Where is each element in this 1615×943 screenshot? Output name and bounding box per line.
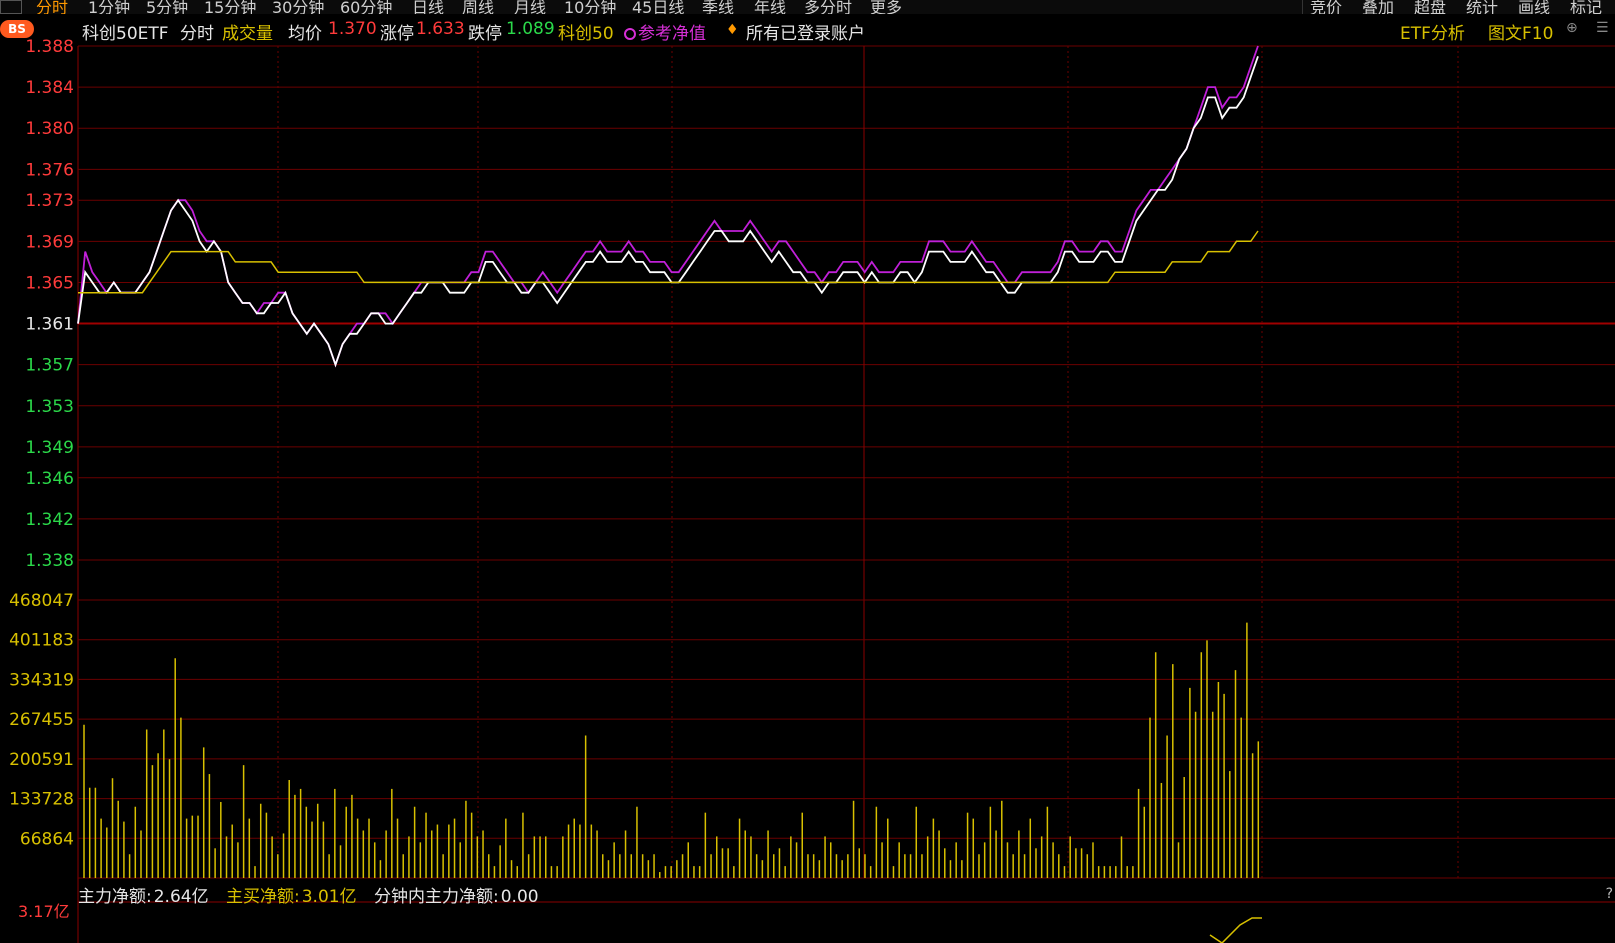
minute-net-label: 分钟内主力净额: bbox=[374, 887, 499, 907]
capital-scale-label: 3.17亿 bbox=[18, 902, 70, 921]
up-limit-label: 涨停 bbox=[380, 24, 414, 44]
capital-flow-line bbox=[1209, 917, 1262, 943]
price-tick-label: 1.384 bbox=[25, 78, 74, 98]
price-tick-label: 1.365 bbox=[25, 273, 74, 293]
tool-mark[interactable]: 标记 bbox=[1570, 0, 1602, 14]
tab-year[interactable]: 年线 bbox=[754, 0, 786, 14]
tab-more[interactable]: 更多 bbox=[870, 0, 902, 14]
volume-tick-label: 334319 bbox=[9, 670, 74, 690]
down-limit-value: 1.089 bbox=[506, 19, 555, 39]
fenshi-label: 分时 bbox=[180, 24, 214, 44]
main-net-label: 主力净额: bbox=[78, 887, 152, 907]
tool-superpan[interactable]: 超盘 bbox=[1414, 0, 1446, 14]
tab-15min[interactable]: 15分钟 bbox=[204, 0, 256, 14]
volume-axis: 468047 401183 334319 267455 200591 133728 6686… bbox=[9, 591, 74, 849]
tab-1min[interactable]: 1分钟 bbox=[88, 0, 130, 14]
chart-grid bbox=[77, 45, 1615, 943]
f10-button[interactable]: 图文F10 bbox=[1488, 19, 1553, 44]
tab-quarter[interactable]: 季线 bbox=[702, 0, 734, 14]
volume-label[interactable]: 成交量 bbox=[222, 19, 273, 44]
accounts-dropdown[interactable]: 所有已登录账户 bbox=[746, 19, 865, 44]
volume-tick-label: 133728 bbox=[9, 790, 74, 810]
tool-overlay[interactable]: 叠加 bbox=[1362, 0, 1394, 14]
volume-tick-label: 200591 bbox=[9, 750, 74, 770]
index-name[interactable]: 科创50 bbox=[558, 19, 614, 44]
main-buy-value: 3.01亿 bbox=[301, 887, 357, 907]
window-icon[interactable] bbox=[0, 0, 22, 14]
ref-nav-toggle[interactable]: 参考净值 bbox=[624, 19, 706, 44]
price-tick-label: 1.338 bbox=[25, 551, 74, 571]
price-tick-label: 1.361 bbox=[25, 315, 74, 335]
volume-tick-label: 468047 bbox=[9, 591, 74, 611]
avg-price-value: 1.370 bbox=[328, 19, 377, 39]
nav-line bbox=[77, 45, 1259, 368]
intraday-chart: 1.3881.3841.3801.3761.3731.3691.3651.361… bbox=[9, 37, 1615, 943]
price-line bbox=[77, 56, 1259, 368]
down-limit-label: 跌停 bbox=[468, 24, 502, 44]
security-name: 科创50ETF bbox=[82, 24, 169, 44]
tab-45day[interactable]: 45日线 bbox=[632, 0, 684, 14]
tool-stats[interactable]: 统计 bbox=[1466, 0, 1498, 14]
minute-net-value: 0.00 bbox=[500, 887, 539, 907]
price-tick-label: 1.349 bbox=[25, 438, 74, 458]
volume-tick-label: 267455 bbox=[9, 710, 74, 730]
avg-line bbox=[78, 230, 1259, 294]
price-tick-label: 1.353 bbox=[25, 397, 74, 417]
price-axis: 1.3881.3841.3801.3761.3731.3691.3651.361… bbox=[25, 37, 74, 571]
tab-60min[interactable]: 60分钟 bbox=[340, 0, 392, 14]
main-net-value: 2.64亿 bbox=[153, 887, 209, 907]
volume-tick-label: 66864 bbox=[20, 829, 74, 849]
price-tick-label: 1.357 bbox=[25, 356, 74, 376]
price-tick-label: 1.376 bbox=[25, 160, 74, 180]
volume-bars bbox=[83, 622, 1260, 878]
up-limit-value: 1.633 bbox=[416, 19, 465, 39]
price-tick-label: 1.373 bbox=[25, 191, 74, 211]
menu-icon[interactable]: ☰ bbox=[1596, 20, 1609, 36]
avg-price-label: 均价 bbox=[288, 24, 322, 44]
ref-nav-label: 参考净值 bbox=[638, 24, 706, 44]
price-tick-label: 1.369 bbox=[25, 232, 74, 252]
price-lines bbox=[77, 45, 1615, 943]
info-bar: BS 科创50ETF 分时 成交量 均价 1.370 涨停 1.633 跌停 1… bbox=[0, 16, 1615, 44]
price-tick-label: 1.346 bbox=[25, 469, 74, 489]
period-toolbar: 分时 1分钟 5分钟 15分钟 30分钟 60分钟 日线 周线 月线 10分钟 … bbox=[0, 0, 1615, 14]
help-icon[interactable]: ? bbox=[1606, 886, 1613, 902]
tab-10min[interactable]: 10分钟 bbox=[564, 0, 616, 14]
tab-day[interactable]: 日线 bbox=[412, 0, 444, 14]
price-tick-label: 1.380 bbox=[25, 119, 74, 139]
main-buy-label: 主买净额: bbox=[226, 887, 300, 907]
capital-flow-bar: 主力净额: 2.64亿 主买净额: 3.01亿 分钟内主力净额: 0.00 bbox=[78, 882, 551, 907]
upload-icon[interactable]: ⊕ bbox=[1566, 20, 1578, 36]
tab-multi-fenshi[interactable]: 多分时 bbox=[804, 0, 852, 14]
etf-analysis-button[interactable]: ETF分析 bbox=[1400, 19, 1465, 44]
tool-auction[interactable]: 竞价 bbox=[1310, 0, 1342, 14]
tab-fenshi[interactable]: 分时 bbox=[36, 0, 68, 14]
bell-icon: ♦ bbox=[726, 22, 739, 38]
collapse-icon[interactable]: ⌄ bbox=[2, 26, 11, 39]
tab-month[interactable]: 月线 bbox=[514, 0, 546, 14]
volume-tick-label: 401183 bbox=[9, 631, 74, 651]
ring-icon bbox=[624, 28, 636, 40]
tool-draw[interactable]: 画线 bbox=[1518, 0, 1550, 14]
price-tick-label: 1.342 bbox=[25, 510, 74, 530]
tab-week[interactable]: 周线 bbox=[462, 0, 494, 14]
tab-5min[interactable]: 5分钟 bbox=[146, 0, 188, 14]
tab-30min[interactable]: 30分钟 bbox=[272, 0, 324, 14]
